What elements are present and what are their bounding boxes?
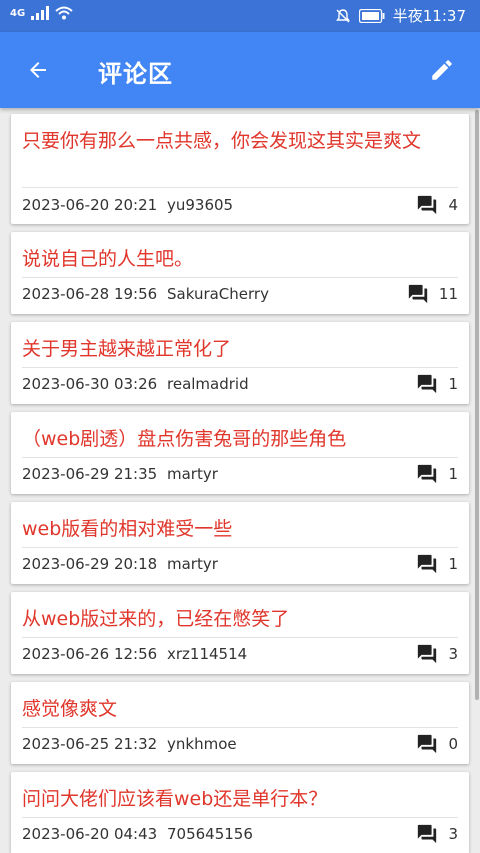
comment-title: 只要你有那么一点共感，你会发现这其实是爽文 bbox=[22, 130, 422, 152]
comment-meta: 2023-06-29 21:35 martyr 1 bbox=[22, 462, 458, 486]
comment-title: web版看的相对难受一些 bbox=[22, 518, 233, 540]
card-divider bbox=[22, 457, 458, 458]
comment-title: （web剧透）盘点伤害兔哥的那些角色 bbox=[22, 428, 347, 450]
comment-card[interactable]: 感觉像爽文 2023-06-25 21:32 ynkhmoe 0 bbox=[11, 682, 469, 764]
signal-icon bbox=[31, 6, 50, 20]
reply-count-group: 0 bbox=[416, 733, 458, 755]
edit-button[interactable] bbox=[422, 50, 462, 90]
comment-user: martyr bbox=[167, 465, 218, 483]
reply-count: 1 bbox=[448, 465, 458, 483]
comment-card[interactable]: 从web版过来的，已经在憋笑了 2023-06-26 12:56 xrz1145… bbox=[11, 592, 469, 674]
comment-icon bbox=[408, 284, 428, 304]
comment-user: martyr bbox=[167, 555, 218, 573]
status-right: 半夜11:37 bbox=[335, 5, 466, 26]
reply-count: 1 bbox=[448, 555, 458, 573]
reply-count: 0 bbox=[448, 735, 458, 753]
comment-icon bbox=[418, 195, 437, 215]
comment-card[interactable]: 问问大佬们应该看web还是单行本？ 2023-06-20 04:43 70564… bbox=[11, 772, 469, 853]
reply-count: 11 bbox=[438, 285, 458, 303]
comment-icon bbox=[418, 644, 437, 664]
reply-count: 3 bbox=[448, 645, 458, 663]
comment-date: 2023-06-29 21:35 bbox=[22, 465, 158, 483]
comment-icon bbox=[418, 464, 437, 484]
comment-title: 问问大佬们应该看web还是单行本？ bbox=[22, 788, 328, 810]
comment-list[interactable]: 只要你有那么一点共感，你会发现这其实是爽文 2023-06-20 20:21 y… bbox=[0, 108, 480, 853]
comment-card[interactable]: 关于男主越来越正常化了 2023-06-30 03:26 realmadrid … bbox=[11, 322, 469, 404]
card-divider bbox=[22, 547, 458, 548]
comment-title: 关于男主越来越正常化了 bbox=[22, 338, 232, 360]
comment-date: 2023-06-25 21:32 bbox=[22, 735, 158, 753]
reply-count-group: 1 bbox=[416, 463, 458, 485]
reply-count-group: 1 bbox=[416, 373, 458, 395]
comment-card[interactable]: web版看的相对难受一些 2023-06-29 20:18 martyr 1 bbox=[11, 502, 469, 584]
card-divider bbox=[22, 277, 458, 278]
comment-card[interactable]: （web剧透）盘点伤害兔哥的那些角色 2023-06-29 21:35 mart… bbox=[11, 412, 469, 494]
comment-title: 说说自己的人生吧。 bbox=[22, 248, 194, 270]
reply-count-group: 3 bbox=[416, 643, 458, 665]
comment-date: 2023-06-20 04:43 bbox=[22, 825, 158, 843]
comment-date: 2023-06-20 20:21 bbox=[22, 196, 158, 214]
card-divider bbox=[22, 817, 458, 818]
reply-count-group: 4 bbox=[416, 194, 458, 216]
battery-icon bbox=[358, 8, 385, 23]
comment-meta: 2023-06-20 04:43 705645156 3 bbox=[22, 822, 458, 846]
comment-date: 2023-06-30 03:26 bbox=[22, 375, 158, 393]
comment-icon bbox=[418, 554, 437, 574]
mute-bell-icon bbox=[335, 8, 350, 22]
comment-meta: 2023-06-28 19:56 SakuraCherry 11 bbox=[22, 282, 458, 306]
reply-count: 4 bbox=[448, 196, 458, 214]
comment-user: SakuraCherry bbox=[167, 285, 269, 303]
app-bar: 评论区 bbox=[0, 32, 480, 108]
reply-count-group: 3 bbox=[416, 823, 458, 845]
comment-date: 2023-06-29 20:18 bbox=[22, 555, 158, 573]
card-divider bbox=[22, 367, 458, 368]
comment-date: 2023-06-28 19:56 bbox=[22, 285, 158, 303]
comment-title: 感觉像爽文 bbox=[22, 698, 118, 720]
status-bar: 4G 半夜11:37 bbox=[0, 0, 480, 32]
comment-user: yu93605 bbox=[167, 196, 234, 214]
comment-user: ynkhmoe bbox=[167, 735, 237, 753]
comment-icon bbox=[418, 374, 437, 394]
card-divider bbox=[22, 637, 458, 638]
reply-count: 3 bbox=[448, 825, 458, 843]
reply-count: 1 bbox=[448, 375, 458, 393]
comment-icon bbox=[418, 734, 437, 754]
comment-icon bbox=[418, 824, 437, 844]
pencil-icon bbox=[432, 60, 452, 80]
page-title: 评论区 bbox=[98, 60, 173, 88]
comment-user: xrz114514 bbox=[167, 645, 248, 663]
comment-meta: 2023-06-26 12:56 xrz114514 3 bbox=[22, 642, 458, 666]
status-left: 4G bbox=[10, 6, 73, 20]
card-divider bbox=[22, 727, 458, 728]
scrollbar[interactable] bbox=[475, 110, 479, 700]
back-button[interactable] bbox=[18, 50, 58, 90]
comment-meta: 2023-06-25 21:32 ynkhmoe 0 bbox=[22, 732, 458, 756]
reply-count-group: 1 bbox=[416, 553, 458, 575]
status-time: 半夜11:37 bbox=[392, 7, 466, 25]
network-type: 4G bbox=[10, 7, 26, 19]
comment-title: 从web版过来的，已经在憋笑了 bbox=[22, 608, 290, 630]
wifi-icon bbox=[55, 6, 73, 20]
comment-meta: 2023-06-30 03:26 realmadrid 1 bbox=[22, 372, 458, 396]
comment-user: 705645156 bbox=[167, 825, 253, 843]
card-divider bbox=[22, 187, 458, 188]
comment-date: 2023-06-26 12:56 bbox=[22, 645, 158, 663]
reply-count-group: 11 bbox=[407, 283, 458, 305]
arrow-left-icon bbox=[30, 62, 46, 78]
comment-user: realmadrid bbox=[167, 375, 249, 393]
comment-card[interactable]: 说说自己的人生吧。 2023-06-28 19:56 SakuraCherry … bbox=[11, 232, 469, 314]
comment-card[interactable]: 只要你有那么一点共感，你会发现这其实是爽文 2023-06-20 20:21 y… bbox=[11, 114, 469, 224]
comment-meta: 2023-06-20 20:21 yu93605 4 bbox=[22, 193, 458, 217]
comment-meta: 2023-06-29 20:18 martyr 1 bbox=[22, 552, 458, 576]
